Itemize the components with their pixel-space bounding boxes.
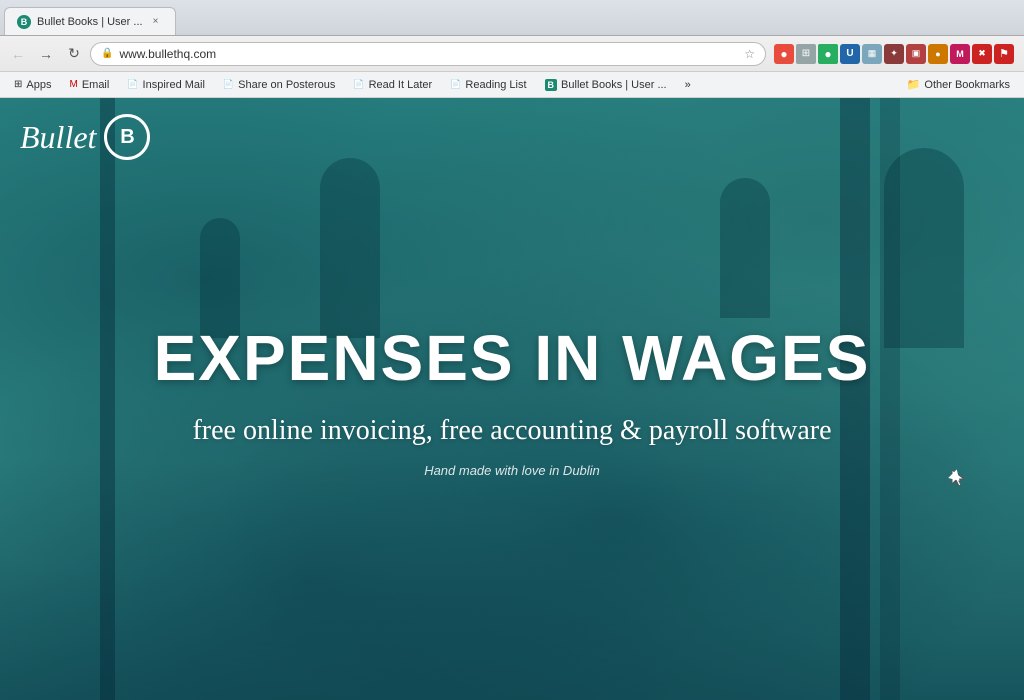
hero-tagline: Hand made with love in Dublin — [154, 463, 871, 478]
bullet-books-favicon-icon: B — [545, 79, 558, 91]
ext-green-icon[interactable]: ● — [818, 44, 838, 64]
security-icon: 🔒 — [101, 48, 113, 59]
tab-favicon: B — [17, 15, 31, 29]
ext-blue-icon[interactable]: U — [840, 44, 860, 64]
reading-list-favicon-icon: 📄 — [450, 79, 461, 90]
extension-icons-area: ● ⊞ ● U ▦ ✦ ▣ ● M ✖ ⚑ — [770, 44, 1018, 64]
bookmark-share[interactable]: 📄 Share on Posterous — [215, 77, 343, 93]
nav-bar: ← → ↻ 🔒 www.bullethq.com ☆ ● ⊞ ● U ▦ ✦ ▣… — [0, 36, 1024, 72]
hero-subheadline: free online invoicing, free accounting &… — [154, 415, 871, 447]
ext-puzzle-icon[interactable]: ✦ — [884, 44, 904, 64]
bookmark-star-icon[interactable]: ☆ — [744, 47, 755, 61]
bookmark-read-it-later[interactable]: 📄 Read It Later — [345, 77, 440, 93]
bookmark-inspired-mail-label: Inspired Mail — [143, 79, 205, 91]
other-bookmarks-label: Other Bookmarks — [924, 79, 1010, 91]
folder-icon: 📁 — [907, 78, 921, 91]
reload-button[interactable]: ↻ — [62, 42, 86, 66]
bookmark-reading-list-label: Reading List — [465, 79, 526, 91]
inspired-mail-favicon-icon: 📄 — [127, 79, 138, 90]
address-bar[interactable]: 🔒 www.bullethq.com ☆ — [90, 42, 766, 66]
logo-circle: B — [104, 114, 150, 160]
ext-photo-icon[interactable]: ● — [928, 44, 948, 64]
url-display: www.bullethq.com — [119, 47, 738, 61]
logo-circle-letter: B — [120, 126, 134, 149]
bookmark-apps[interactable]: ⊞ Apps — [6, 77, 59, 93]
tab-close-button[interactable]: × — [149, 15, 163, 29]
ext-red-icon[interactable]: ● — [774, 44, 794, 64]
content-area: Bullet B EXPENSES IN WAGES free online i… — [0, 98, 1024, 700]
active-tab[interactable]: B Bullet Books | User ... × — [4, 7, 176, 35]
bookmark-apps-label: Apps — [26, 79, 51, 91]
more-icon: » — [685, 79, 691, 91]
forward-button[interactable]: → — [34, 42, 58, 66]
apps-grid-icon: ⊞ — [14, 79, 22, 90]
bookmark-read-later-label: Read It Later — [369, 79, 433, 91]
ext-squares-icon[interactable]: ▦ — [862, 44, 882, 64]
bullet-logo: Bullet B — [20, 114, 150, 160]
tab-bar: B Bullet Books | User ... × — [0, 0, 1024, 36]
bookmark-inspired-mail[interactable]: 📄 Inspired Mail — [119, 77, 213, 93]
hero-headline: EXPENSES IN WAGES — [154, 321, 871, 395]
logo-text: Bullet — [20, 119, 96, 156]
ext-flag-icon[interactable]: ⚑ — [994, 44, 1014, 64]
read-later-favicon-icon: 📄 — [353, 79, 364, 90]
hero-section: Bullet B EXPENSES IN WAGES free online i… — [0, 98, 1024, 700]
bookmark-email-label: Email — [82, 79, 110, 91]
ext-m-icon[interactable]: M — [950, 44, 970, 64]
ext-camera-icon[interactable]: ▣ — [906, 44, 926, 64]
hero-content: EXPENSES IN WAGES free online invoicing,… — [154, 321, 871, 478]
bookmark-bullet-books-label: Bullet Books | User ... — [561, 79, 667, 91]
bookmarks-bar: ⊞ Apps M Email 📄 Inspired Mail 📄 Share o… — [0, 72, 1024, 98]
bookmark-more[interactable]: » — [677, 77, 699, 93]
ext-grid-icon[interactable]: ⊞ — [796, 44, 816, 64]
ext-x-icon[interactable]: ✖ — [972, 44, 992, 64]
bookmark-reading-list[interactable]: 📄 Reading List — [442, 77, 534, 93]
bookmark-email[interactable]: M Email — [61, 77, 117, 93]
browser-frame: B Bullet Books | User ... × ← → ↻ 🔒 www.… — [0, 0, 1024, 700]
share-favicon-icon: 📄 — [223, 79, 234, 90]
tab-title: Bullet Books | User ... — [37, 16, 143, 28]
other-bookmarks[interactable]: 📁 Other Bookmarks — [899, 76, 1018, 93]
bookmark-bullet-books[interactable]: B Bullet Books | User ... — [537, 77, 675, 93]
bookmark-share-label: Share on Posterous — [238, 79, 335, 91]
email-favicon-icon: M — [69, 79, 77, 90]
back-button[interactable]: ← — [6, 42, 30, 66]
